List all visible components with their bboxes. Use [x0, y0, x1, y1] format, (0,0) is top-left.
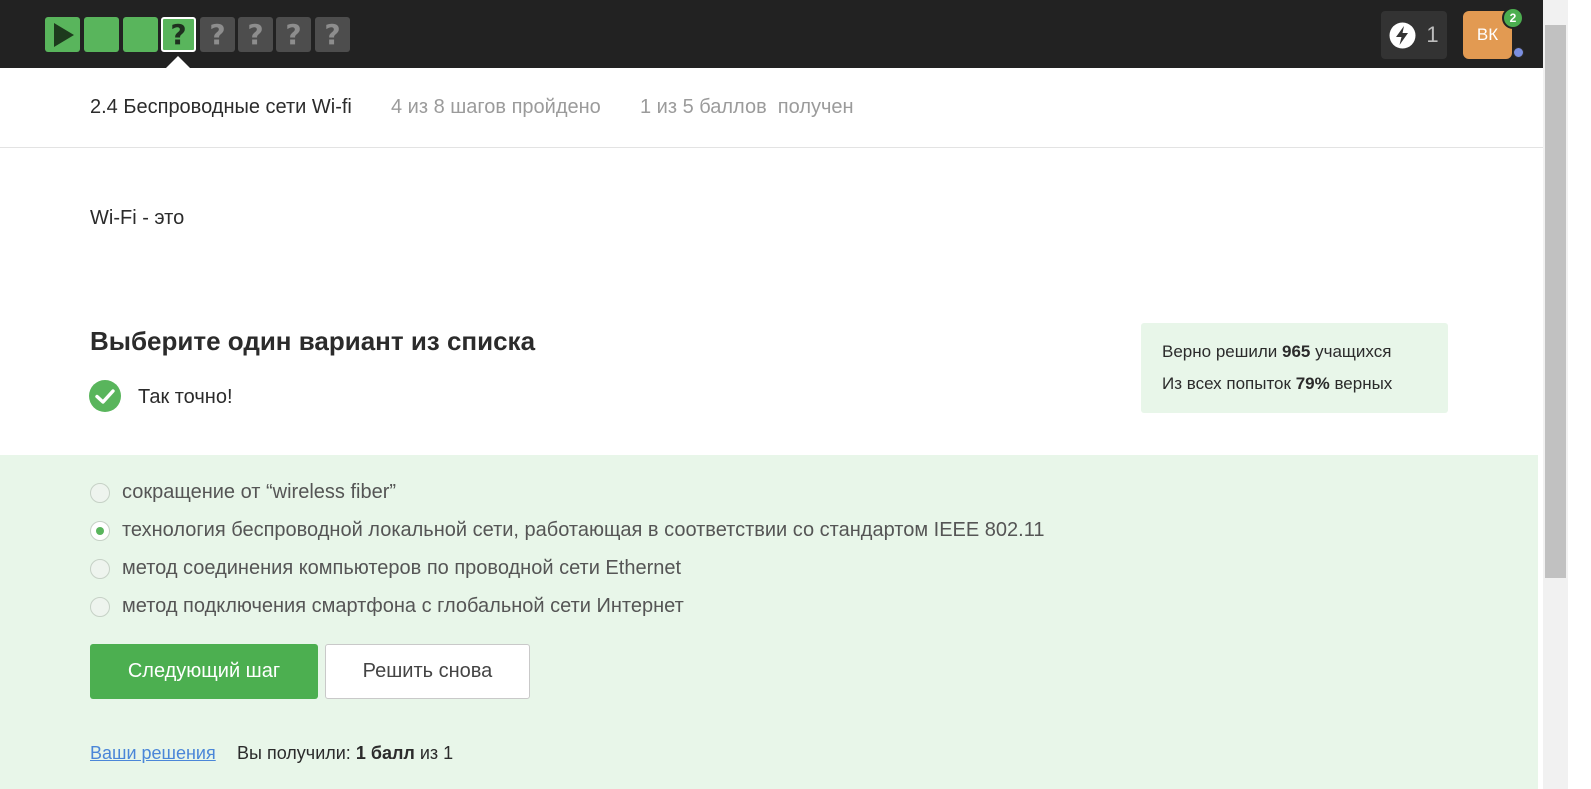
radio-option-2-selected[interactable] — [90, 520, 110, 541]
scrollbar-thumb[interactable] — [1545, 25, 1566, 578]
quiz-heading: Выберите один вариант из списка — [90, 326, 536, 356]
option-label: метод соединения компьютеров по проводно… — [122, 557, 682, 579]
question-mark-icon: ? — [209, 17, 226, 51]
current-step-pointer — [166, 56, 190, 68]
solved-count: 965 — [1282, 342, 1311, 361]
attempts-percent: 79% — [1295, 374, 1330, 393]
notification-badge[interactable]: 2 — [1502, 7, 1524, 29]
radio-option-3[interactable] — [90, 558, 110, 579]
question-mark-icon: ? — [285, 17, 302, 51]
top-navbar: ? ? ? ? ? 1 ВК 2 — [0, 0, 1543, 68]
question-mark-icon: ? — [170, 17, 187, 51]
step-8-question[interactable]: ? — [315, 17, 350, 52]
step-6-question[interactable]: ? — [238, 17, 273, 52]
lesson-title[interactable]: 2.4 Беспроводные сети Wi-fi — [90, 96, 352, 119]
step-5-question[interactable]: ? — [200, 17, 235, 52]
option-2[interactable]: технология беспроводной локальной сети, … — [90, 519, 1044, 542]
status-dot — [1513, 47, 1524, 58]
lesson-score: 1 из 5 баллов получен — [640, 96, 854, 118]
next-step-button[interactable]: Следующий шаг — [90, 644, 318, 699]
option-4[interactable]: метод подключения смартфона с глобальной… — [90, 595, 684, 618]
option-label: сокращение от “wireless fiber” — [122, 481, 397, 503]
check-icon — [89, 380, 121, 412]
feedback-text: Так точно! — [138, 386, 233, 408]
step-4-question-current[interactable]: ? — [161, 17, 196, 52]
step-3-text[interactable] — [123, 17, 158, 52]
stats-panel: Верно решили 965 учащихся Из всех попыто… — [1141, 323, 1448, 413]
option-3[interactable]: метод соединения компьютеров по проводно… — [90, 557, 681, 580]
play-icon — [53, 22, 74, 47]
energy-count: 1 — [1426, 22, 1439, 47]
question-text: Wi-Fi - это — [90, 207, 185, 229]
answers-area — [0, 455, 1538, 789]
stats-solved: Верно решили 965 учащихся — [1162, 342, 1392, 361]
step-2-text[interactable] — [84, 17, 119, 52]
retry-button[interactable]: Решить снова — [325, 644, 530, 699]
option-1[interactable]: сокращение от “wireless fiber” — [90, 481, 396, 504]
question-mark-icon: ? — [247, 17, 264, 51]
page-scrollbar[interactable] — [1543, 0, 1568, 789]
result-value: 1 балл — [355, 743, 415, 763]
option-label: метод подключения смартфона с глобальной… — [122, 595, 684, 617]
step-7-question[interactable]: ? — [276, 17, 311, 52]
radio-option-1[interactable] — [90, 482, 110, 503]
option-label: технология беспроводной локальной сети, … — [122, 519, 1045, 541]
lesson-steps-progress: 4 из 8 шагов пройдено — [391, 96, 601, 118]
radio-option-4[interactable] — [90, 596, 110, 617]
your-solutions-link[interactable]: Ваши решения — [90, 743, 216, 764]
question-mark-icon: ? — [324, 17, 341, 51]
stats-attempts: Из всех попыток 79% верных — [1162, 374, 1393, 393]
lightning-icon — [1389, 22, 1416, 48]
energy-button[interactable]: 1 — [1381, 11, 1447, 59]
step-1-video[interactable] — [45, 17, 80, 52]
result-text: Вы получили: 1 балл из 1 — [237, 743, 454, 763]
